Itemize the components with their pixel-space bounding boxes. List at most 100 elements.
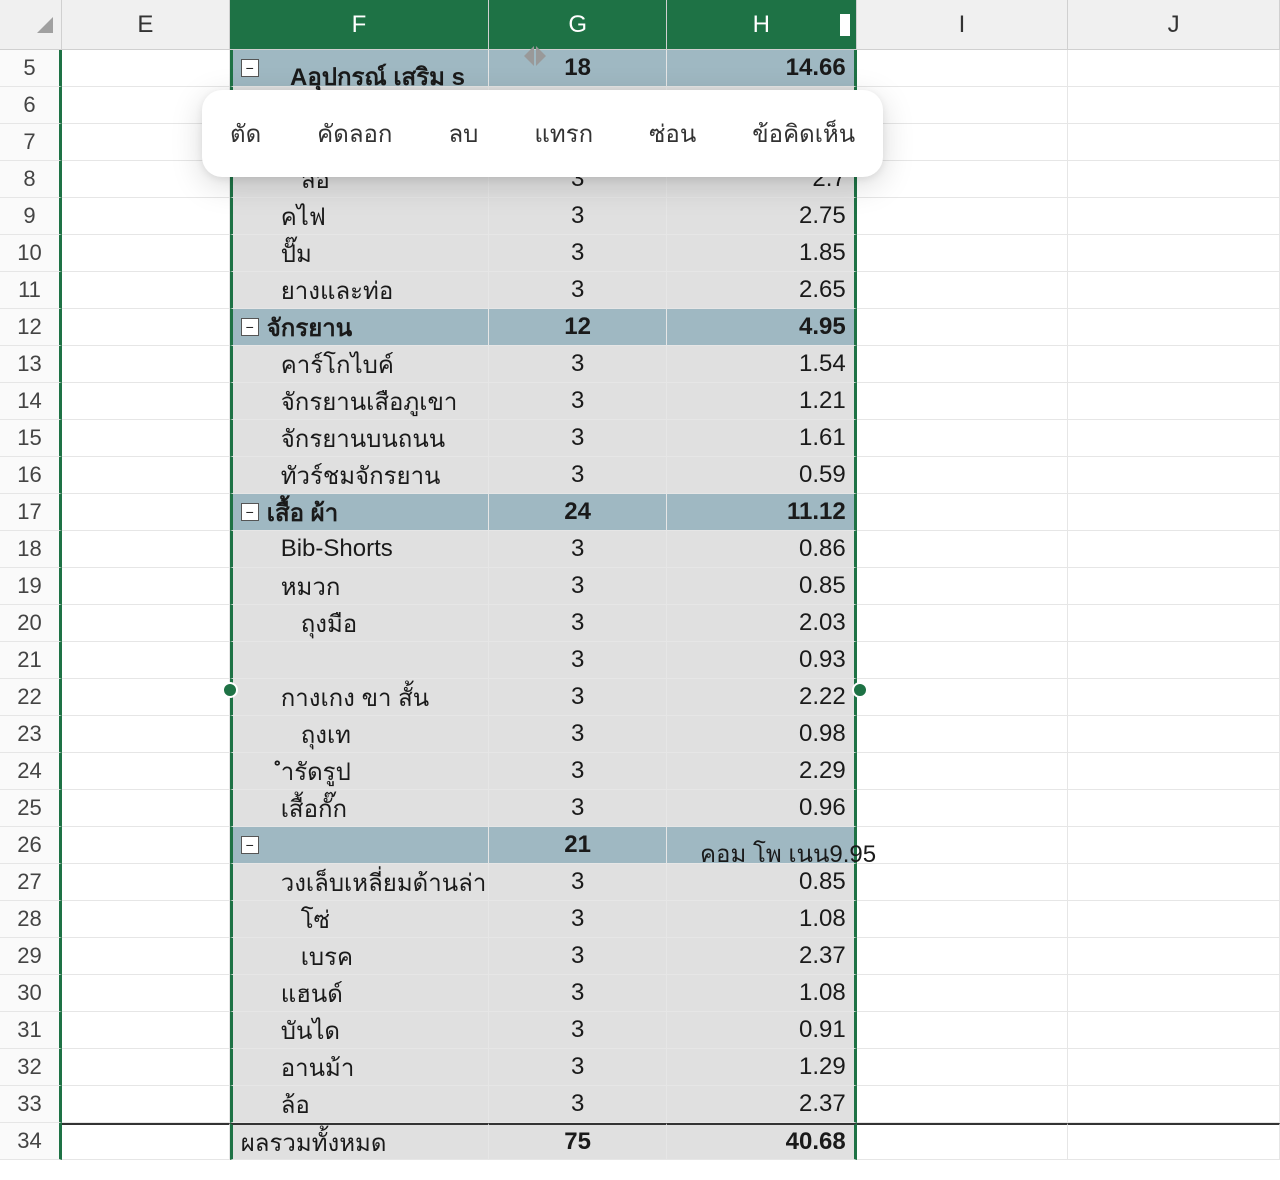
cell[interactable]: 2.37: [667, 938, 857, 975]
cell[interactable]: [857, 420, 1069, 457]
cell[interactable]: อานม้า: [230, 1049, 490, 1086]
row-header[interactable]: 21: [0, 642, 62, 679]
cell[interactable]: 3: [489, 605, 667, 642]
row-header[interactable]: 22: [0, 679, 62, 716]
cell[interactable]: [1068, 938, 1280, 975]
cell[interactable]: [62, 235, 230, 272]
cell[interactable]: 3: [489, 1049, 667, 1086]
cell[interactable]: เบรค: [230, 938, 490, 975]
cell[interactable]: 3: [489, 642, 667, 679]
cell[interactable]: 0.93: [667, 642, 857, 679]
cell[interactable]: [62, 383, 230, 420]
cell[interactable]: 1.29: [667, 1049, 857, 1086]
cell[interactable]: ทัวร์ชมจักรยาน: [230, 457, 490, 494]
cell[interactable]: [1068, 605, 1280, 642]
context-menu-delete[interactable]: ลบ: [420, 90, 506, 177]
cell[interactable]: 18: [489, 50, 667, 87]
row-header[interactable]: 16: [0, 457, 62, 494]
cell[interactable]: 1.21: [667, 383, 857, 420]
cell[interactable]: [1068, 124, 1280, 161]
cell[interactable]: 1.08: [667, 975, 857, 1012]
cell[interactable]: [857, 753, 1069, 790]
cell[interactable]: 2.03: [667, 605, 857, 642]
cell[interactable]: 3: [489, 679, 667, 716]
cell[interactable]: [62, 864, 230, 901]
cell[interactable]: 3: [489, 531, 667, 568]
cell[interactable]: [62, 1086, 230, 1123]
cell[interactable]: 3: [489, 383, 667, 420]
cell[interactable]: [1068, 272, 1280, 309]
cell[interactable]: [857, 790, 1069, 827]
cell[interactable]: [857, 531, 1069, 568]
row-header[interactable]: 14: [0, 383, 62, 420]
row-header[interactable]: 26: [0, 827, 62, 864]
row-header[interactable]: 32: [0, 1049, 62, 1086]
row-header[interactable]: 33: [0, 1086, 62, 1123]
selection-handle-left[interactable]: [222, 682, 238, 698]
cell[interactable]: 3: [489, 975, 667, 1012]
cell[interactable]: [857, 346, 1069, 383]
row-header[interactable]: 9: [0, 198, 62, 235]
cell[interactable]: −เสื้อ ผ้า: [230, 494, 490, 531]
cell[interactable]: 3: [489, 1012, 667, 1049]
row-header[interactable]: 23: [0, 716, 62, 753]
cell[interactable]: [62, 531, 230, 568]
cell[interactable]: 0.91: [667, 1012, 857, 1049]
cell[interactable]: 1.08: [667, 901, 857, 938]
column-resize-handle-icon[interactable]: [524, 46, 546, 68]
col-header-G[interactable]: G: [489, 0, 667, 50]
cell[interactable]: 75: [489, 1123, 667, 1160]
row-header[interactable]: 10: [0, 235, 62, 272]
cell[interactable]: [62, 605, 230, 642]
cell[interactable]: ถุงเท: [230, 716, 490, 753]
row-header[interactable]: 7: [0, 124, 62, 161]
cell[interactable]: [1068, 346, 1280, 383]
cell[interactable]: [62, 901, 230, 938]
cell[interactable]: [857, 124, 1069, 161]
row-header[interactable]: 15: [0, 420, 62, 457]
cell[interactable]: 3: [489, 1086, 667, 1123]
cell[interactable]: [1068, 161, 1280, 198]
cell[interactable]: [62, 679, 230, 716]
col-header-I[interactable]: I: [857, 0, 1069, 50]
cell[interactable]: 3: [489, 235, 667, 272]
row-header[interactable]: 18: [0, 531, 62, 568]
cell[interactable]: [1068, 753, 1280, 790]
cell[interactable]: −จักรยาน: [230, 309, 490, 346]
cell[interactable]: [857, 198, 1069, 235]
cell[interactable]: [1068, 420, 1280, 457]
cell[interactable]: 2.22: [667, 679, 857, 716]
cell[interactable]: 0.98: [667, 716, 857, 753]
cell[interactable]: 1.54: [667, 346, 857, 383]
cell[interactable]: บันได: [230, 1012, 490, 1049]
cell[interactable]: 3: [489, 901, 667, 938]
cell[interactable]: [1068, 1012, 1280, 1049]
cell[interactable]: [857, 827, 1069, 864]
cell[interactable]: [857, 975, 1069, 1012]
spreadsheet-grid[interactable]: −1814.66Helmets32.84ล็อ32.7คไฟ32.75ปั๊ม3…: [62, 50, 1280, 1180]
cell[interactable]: [62, 568, 230, 605]
context-menu-comment[interactable]: ข้อคิดเห็น: [724, 90, 883, 177]
cell[interactable]: [62, 790, 230, 827]
cell[interactable]: ปั๊ม: [230, 235, 490, 272]
cell[interactable]: 3: [489, 457, 667, 494]
cell[interactable]: ยางและท่อ: [230, 272, 490, 309]
cell[interactable]: 2.65: [667, 272, 857, 309]
cell[interactable]: [857, 938, 1069, 975]
cell[interactable]: [62, 346, 230, 383]
cell[interactable]: [62, 938, 230, 975]
cell[interactable]: [1068, 87, 1280, 124]
cell[interactable]: หมวก: [230, 568, 490, 605]
cell[interactable]: [62, 753, 230, 790]
context-menu-hide[interactable]: ซ่อน: [621, 90, 724, 177]
cell[interactable]: [1068, 531, 1280, 568]
cell[interactable]: [857, 50, 1069, 87]
cell[interactable]: 3: [489, 420, 667, 457]
row-header[interactable]: 31: [0, 1012, 62, 1049]
cell[interactable]: −: [230, 827, 490, 864]
cell[interactable]: 3: [489, 753, 667, 790]
cell[interactable]: [857, 1049, 1069, 1086]
cell[interactable]: [857, 494, 1069, 531]
cell[interactable]: [230, 642, 490, 679]
cell[interactable]: [62, 1012, 230, 1049]
